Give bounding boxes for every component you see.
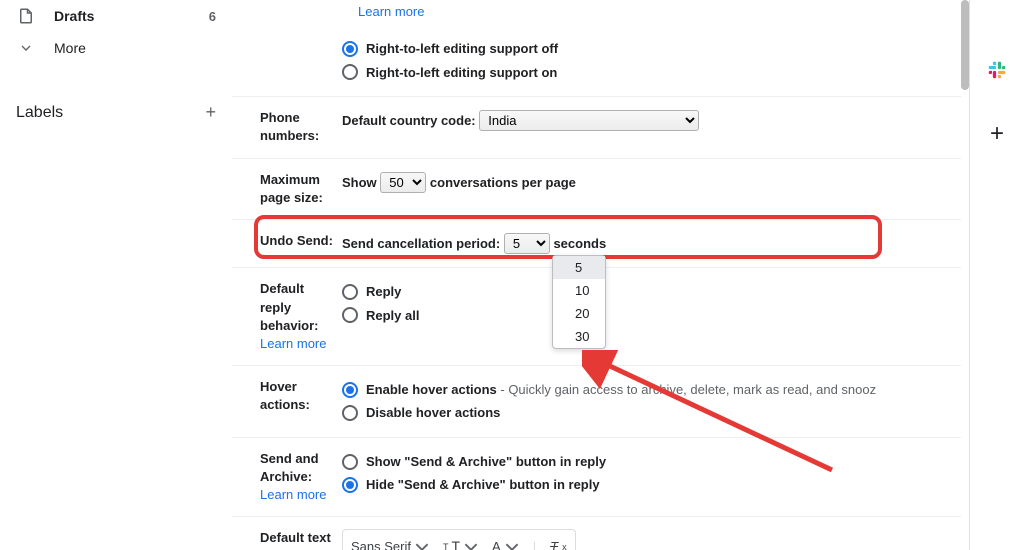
disable-hover-option[interactable]: Disable hover actions bbox=[342, 401, 961, 424]
radio-icon bbox=[342, 405, 358, 421]
learn-more-link[interactable]: Learn more bbox=[358, 4, 424, 19]
learn-more-link[interactable]: Learn more bbox=[260, 487, 326, 502]
reply-label: Reply bbox=[366, 280, 401, 303]
enable-hover-desc: - Quickly gain access to archive, delete… bbox=[497, 382, 876, 397]
hide-send-archive-label: Hide "Send & Archive" button in reply bbox=[366, 473, 600, 496]
right-rail: + bbox=[970, 0, 1024, 550]
radio-icon bbox=[342, 454, 358, 470]
labels-heading: Labels bbox=[16, 104, 63, 122]
page-size-label: Maximum page size: bbox=[232, 171, 342, 207]
country-code-select[interactable]: India bbox=[479, 110, 699, 131]
undo-send-select[interactable]: 5 bbox=[504, 233, 550, 254]
phone-numbers-row: Phone numbers: Default country code: Ind… bbox=[232, 97, 961, 158]
sidebar-item-more[interactable]: More bbox=[0, 32, 232, 64]
radio-icon bbox=[342, 64, 358, 80]
left-sidebar: Drafts 6 More Labels + bbox=[0, 0, 232, 550]
text-style-label: Default text style: bbox=[260, 530, 331, 550]
enable-hover-label: Enable hover actions bbox=[366, 382, 497, 397]
rtl-on-label: Right-to-left editing support on bbox=[366, 61, 557, 84]
font-family-button[interactable]: Sans Serif bbox=[351, 535, 429, 550]
text-style-row: Default text style: (Use the 'Remove San… bbox=[232, 517, 961, 550]
scrollbar-thumb[interactable] bbox=[961, 0, 969, 90]
hover-label: Hover actions: bbox=[232, 378, 342, 414]
add-button[interactable]: + bbox=[987, 124, 1007, 144]
rtl-on-option[interactable]: Right-to-left editing support on bbox=[342, 61, 961, 84]
show-send-archive-label: Show "Send & Archive" button in reply bbox=[366, 450, 606, 473]
show-send-archive-option[interactable]: Show "Send & Archive" button in reply bbox=[342, 450, 961, 473]
drafts-label: Drafts bbox=[54, 8, 94, 24]
undo-send-dropdown-popup: 5 10 20 30 bbox=[552, 255, 606, 349]
labels-header: Labels + bbox=[0, 102, 232, 123]
more-label: More bbox=[54, 40, 86, 56]
reply-all-label: Reply all bbox=[366, 304, 419, 327]
sidebar-item-drafts[interactable]: Drafts 6 bbox=[0, 0, 232, 32]
dropdown-option[interactable]: 20 bbox=[553, 302, 605, 325]
disable-hover-label: Disable hover actions bbox=[366, 401, 500, 424]
settings-main: Learn more Right-to-left editing support… bbox=[232, 0, 970, 550]
learn-more-link[interactable]: Learn more bbox=[260, 336, 326, 351]
hover-actions-row: Hover actions: Enable hover actions - Qu… bbox=[232, 366, 961, 438]
radio-icon bbox=[342, 284, 358, 300]
reply-option[interactable]: Reply bbox=[342, 280, 961, 303]
send-archive-row: Send and Archive: Learn more Show "Send … bbox=[232, 438, 961, 518]
radio-icon bbox=[342, 477, 358, 493]
rtl-off-option[interactable]: Right-to-left editing support off bbox=[342, 37, 961, 60]
remove-formatting-button[interactable]: Tx bbox=[550, 535, 566, 550]
dropdown-option[interactable]: 30 bbox=[553, 325, 605, 348]
page-size-suffix: conversations per page bbox=[430, 175, 576, 190]
undo-send-prefix: Send cancellation period: bbox=[342, 236, 500, 251]
add-label-button[interactable]: + bbox=[205, 102, 216, 123]
text-color-button[interactable]: A bbox=[492, 535, 519, 550]
page-size-row: Maximum page size: Show 50 conversations… bbox=[232, 159, 961, 220]
drafts-count: 6 bbox=[209, 9, 216, 24]
radio-icon bbox=[342, 41, 358, 57]
radio-icon bbox=[342, 307, 358, 323]
font-size-button[interactable]: TT bbox=[443, 534, 478, 550]
dropdown-option[interactable]: 10 bbox=[553, 279, 605, 302]
reply-all-option[interactable]: Reply all bbox=[342, 304, 961, 327]
slack-icon[interactable] bbox=[987, 60, 1007, 80]
phone-label: Phone numbers: bbox=[232, 109, 342, 145]
file-icon bbox=[16, 6, 36, 26]
radio-icon bbox=[342, 382, 358, 398]
send-archive-label: Send and Archive: bbox=[260, 451, 319, 484]
page-size-prefix: Show bbox=[342, 175, 377, 190]
page-size-select[interactable]: 50 bbox=[380, 172, 426, 193]
dropdown-option[interactable]: 5 bbox=[553, 256, 605, 279]
hide-send-archive-option[interactable]: Hide "Send & Archive" button in reply bbox=[342, 473, 961, 496]
default-reply-label: Default reply behavior: bbox=[260, 281, 319, 332]
phone-prefix: Default country code: bbox=[342, 113, 476, 128]
undo-send-suffix: seconds bbox=[553, 236, 606, 251]
undo-send-label: Undo Send: bbox=[232, 232, 342, 250]
font-toolbar: Sans Serif TT A | Tx bbox=[342, 529, 576, 550]
enable-hover-option[interactable]: Enable hover actions - Quickly gain acce… bbox=[342, 378, 961, 401]
chevron-down-icon bbox=[16, 38, 36, 58]
scrollbar[interactable] bbox=[961, 0, 969, 550]
rtl-off-label: Right-to-left editing support off bbox=[366, 37, 558, 60]
